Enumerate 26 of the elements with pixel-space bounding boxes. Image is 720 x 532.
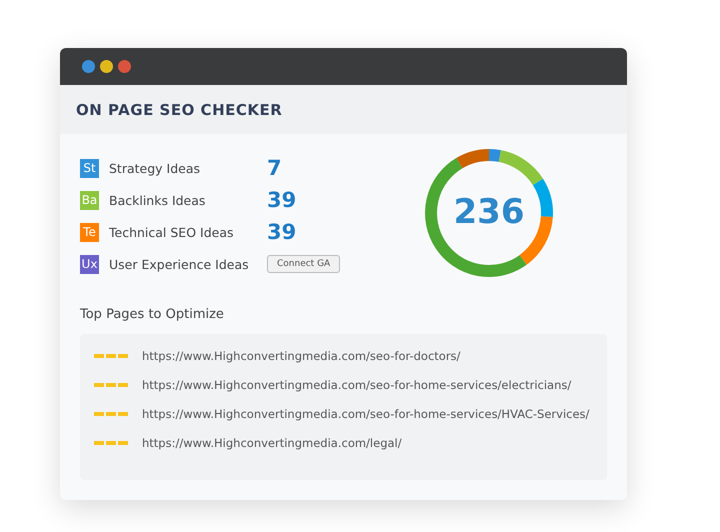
- category-badge: St: [80, 158, 99, 178]
- idea-label: Strategy Ideas: [109, 160, 202, 176]
- category-badge: Ux: [80, 254, 99, 274]
- idea-count: 39: [267, 220, 296, 244]
- total-score: 236: [452, 192, 526, 232]
- category-badge: Ba: [80, 190, 99, 210]
- dash-icon: [94, 382, 128, 386]
- idea-count: 39: [267, 188, 296, 212]
- page-url[interactable]: https://www.Highconvertingmedia.com/legal/: [142, 436, 402, 450]
- window-control-icon[interactable]: [82, 60, 95, 74]
- idea-label: User Experience Ideas: [109, 256, 250, 272]
- connect-button[interactable]: Connect GA: [267, 255, 340, 273]
- dash-icon: [94, 440, 128, 444]
- category-badge: Te: [80, 222, 99, 242]
- idea-count: 7: [267, 156, 282, 180]
- window-control-icon[interactable]: [100, 60, 113, 74]
- section-title: Top Pages to Optimize: [80, 307, 225, 322]
- idea-label: Technical SEO Ideas: [109, 224, 234, 240]
- page-url[interactable]: https://www.Highconvertingmedia.com/seo-for-home-services/electricians/: [142, 378, 572, 392]
- idea-label: Backlinks Ideas: [109, 192, 206, 208]
- page-url[interactable]: https://www.Highconvertingmedia.com/seo-for-doctors/: [142, 348, 460, 362]
- dash-icon: [94, 354, 128, 358]
- dash-icon: [94, 412, 128, 416]
- panel-title: ON PAGE SEO CHECKER: [76, 100, 282, 119]
- page-url[interactable]: https://www.Highconvertingmedia.com/seo-for-home-services/HVAC-Services/: [142, 406, 590, 420]
- window-control-icon[interactable]: [118, 60, 131, 74]
